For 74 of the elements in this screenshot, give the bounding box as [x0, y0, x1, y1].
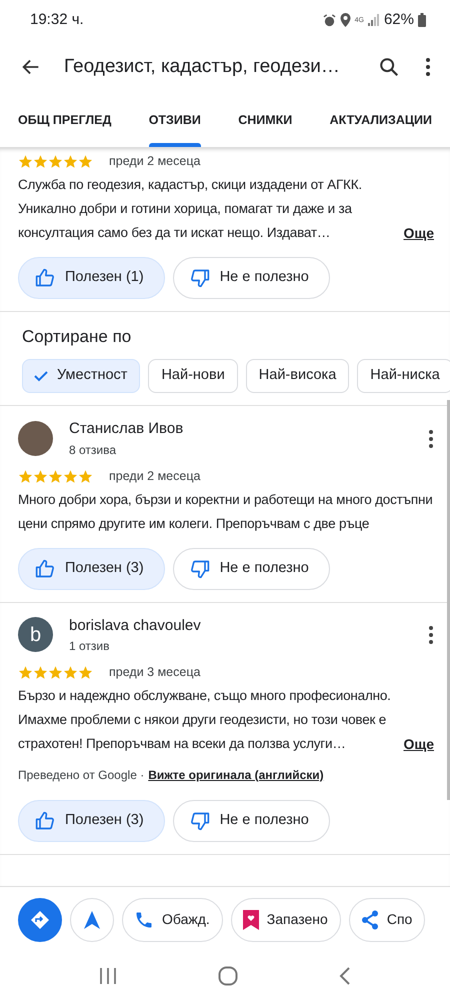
more-icon[interactable]: [428, 428, 434, 448]
helpful-button[interactable]: Полезен (3): [18, 548, 165, 590]
place-title: Геодезист, кадастър, геодези…: [64, 54, 341, 79]
star-icon: [48, 154, 63, 169]
review-text: Много добри хора, бързи и коректни и работещи на много достъпни цени спрямо другите им колеги. Препоръчвам с две ръце: [18, 490, 434, 533]
save-button[interactable]: Запазено: [230, 898, 341, 942]
signal-icon: [368, 14, 380, 26]
bookmark-icon: [242, 910, 259, 930]
avatar: b: [18, 617, 53, 652]
review-date: преди 2 месеца: [109, 468, 200, 485]
star-icon: [78, 154, 93, 169]
reviewer-name: Станислав Ивов: [69, 419, 184, 440]
star-icon: [48, 664, 63, 680]
star-icon: [33, 664, 48, 680]
alarm-icon: [322, 14, 336, 26]
helpful-button[interactable]: Полезен (1): [18, 256, 165, 299]
not-helpful-button[interactable]: Не е полезно: [172, 800, 330, 842]
thumbs-down-icon: [190, 558, 210, 578]
more-link[interactable]: Още: [404, 732, 434, 756]
sort-chip[interactable]: Уместност: [22, 359, 140, 394]
review-count: 8 отзива: [69, 442, 118, 459]
search-icon[interactable]: [378, 56, 400, 78]
call-button[interactable]: Обажд.: [122, 898, 223, 942]
more-icon[interactable]: [428, 624, 434, 645]
helpful-button[interactable]: Полезен (3): [18, 800, 165, 842]
directions-icon: [30, 910, 50, 930]
avatar-photo-placeholder: [18, 421, 53, 456]
share-icon: [360, 910, 379, 930]
star-icon: [63, 468, 78, 484]
star-icon: [63, 664, 78, 680]
tab[interactable]: ОТЗИВИ: [138, 94, 211, 147]
thumbs-down-icon: [190, 810, 210, 831]
battery-percent: 62%: [384, 10, 414, 30]
translation-note: Преведено от Google ·: [18, 766, 144, 784]
directions-button[interactable]: [18, 898, 62, 942]
review-date: преди 2 месеца: [109, 153, 200, 170]
star-icon: [78, 468, 93, 484]
star-icon: [48, 468, 63, 484]
phone-icon: [134, 910, 154, 930]
battery-icon: [418, 13, 426, 27]
thumbs-down-icon: [190, 268, 210, 288]
review-count: 1 отзив: [69, 638, 110, 655]
not-helpful-button[interactable]: Не е полезно: [172, 256, 330, 299]
review-date: преди 3 месеца: [109, 664, 200, 681]
recent-apps-icon[interactable]: [98, 968, 117, 984]
star-icon: [33, 154, 48, 169]
star-icon: [33, 468, 48, 484]
star-icon: [18, 468, 33, 484]
tab[interactable]: СНИМКИ: [228, 94, 302, 147]
star-icon: [78, 664, 93, 680]
thumbs-up-icon: [35, 268, 55, 288]
star-icon: [18, 664, 33, 680]
share-button[interactable]: Спо: [348, 898, 426, 942]
location-icon: [340, 13, 351, 27]
not-helpful-button[interactable]: Не е полезно: [172, 548, 330, 590]
review-text: Бързо и надеждно обслужване, също много професионално. Имахме проблеми с някои други геодезисти, но този човек е страхотен! Препоръчвам на всеки да ползва услуги…: [18, 686, 392, 753]
home-icon[interactable]: [218, 966, 238, 986]
sort-chip[interactable]: Най-нови: [148, 359, 238, 394]
star-icon: [63, 154, 78, 169]
thumbs-up-icon: [35, 810, 55, 831]
navigation-arrow-icon: [84, 910, 100, 928]
tab[interactable]: АКТУАЛИЗАЦИИ: [320, 94, 442, 147]
see-original-link[interactable]: Вижте оригинала (английски): [148, 766, 324, 784]
thumbs-up-icon: [35, 558, 55, 578]
tab[interactable]: ОБЩ ПРЕГЛЕД: [8, 94, 122, 147]
star-icon: [18, 154, 33, 169]
start-button[interactable]: [70, 898, 114, 942]
status-time: 19:32 ч.: [30, 10, 84, 30]
sort-heading: Сортиране по: [22, 326, 132, 348]
review-text: Служба по геодезия, кадастър, скици издадени от АГКК. Уникално добри и готини хорица, помагат ти даже и за консултация само без да ти искат нещо. Издават…: [18, 176, 363, 242]
more-link[interactable]: Още: [404, 220, 434, 245]
reviewer-name: borislava chavoulev: [69, 616, 201, 636]
sort-chip[interactable]: Най-ниска: [357, 359, 450, 394]
sort-chip[interactable]: Най-висока: [246, 359, 350, 394]
